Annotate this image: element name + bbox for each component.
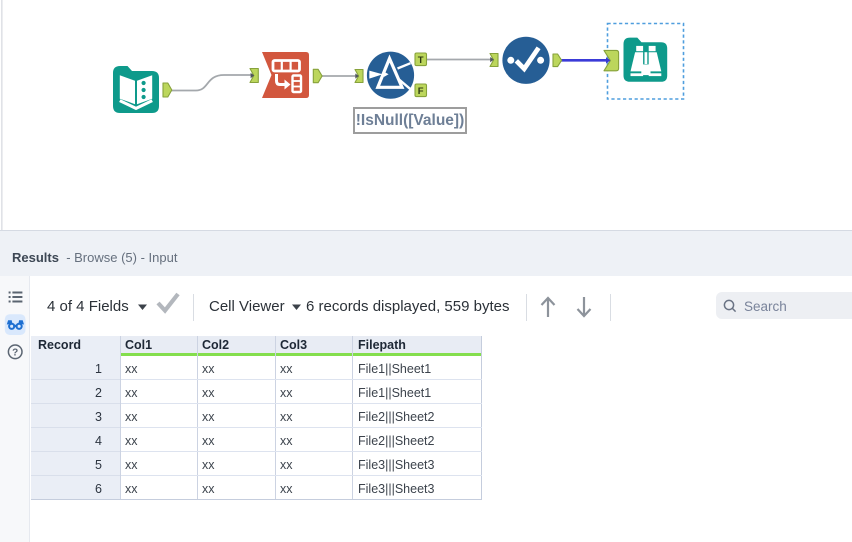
svg-text:?: ? [12, 348, 18, 359]
svg-text:F: F [418, 86, 424, 97]
svg-text:T: T [418, 55, 424, 66]
